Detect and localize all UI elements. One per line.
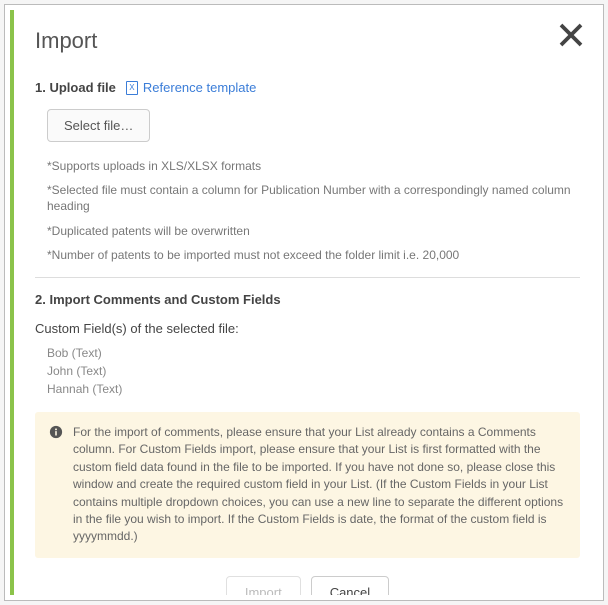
cancel-button[interactable]: Cancel <box>311 576 389 595</box>
custom-field-item: Hannah (Text) <box>47 382 580 396</box>
select-file-button[interactable]: Select file… <box>47 109 150 142</box>
close-button[interactable] <box>556 20 586 50</box>
modal-title: Import <box>35 28 580 54</box>
accent-stripe <box>10 10 14 595</box>
info-icon <box>49 425 63 439</box>
excel-file-icon: X <box>126 81 138 95</box>
note-item: *Selected file must contain a column for… <box>47 182 580 214</box>
custom-fields-list: Bob (Text) John (Text) Hannah (Text) <box>47 346 580 396</box>
section-divider <box>35 277 580 278</box>
modal-container: Import 1. Upload file X Reference templa… <box>4 4 604 601</box>
custom-field-item: Bob (Text) <box>47 346 580 360</box>
custom-field-item: John (Text) <box>47 364 580 378</box>
modal-actions: Import Cancel <box>35 576 580 595</box>
upload-notes: *Supports uploads in XLS/XLSX formats *S… <box>47 158 580 263</box>
step1-header: 1. Upload file X Reference template <box>35 80 580 95</box>
note-item: *Supports uploads in XLS/XLSX formats <box>47 158 580 174</box>
note-item: *Duplicated patents will be overwritten <box>47 223 580 239</box>
import-modal: Import 1. Upload file X Reference templa… <box>17 10 598 595</box>
step2-label: 2. Import Comments and Custom Fields <box>35 292 580 307</box>
reference-template-text: Reference template <box>143 80 256 95</box>
info-callout: For the import of comments, please ensur… <box>35 412 580 558</box>
custom-fields-subhead: Custom Field(s) of the selected file: <box>35 321 580 336</box>
step1-label: 1. Upload file <box>35 80 116 95</box>
info-text: For the import of comments, please ensur… <box>73 424 566 546</box>
close-icon <box>556 20 586 50</box>
reference-template-link[interactable]: X Reference template <box>126 80 256 95</box>
import-button[interactable]: Import <box>226 576 301 595</box>
note-item: *Number of patents to be imported must n… <box>47 247 580 263</box>
